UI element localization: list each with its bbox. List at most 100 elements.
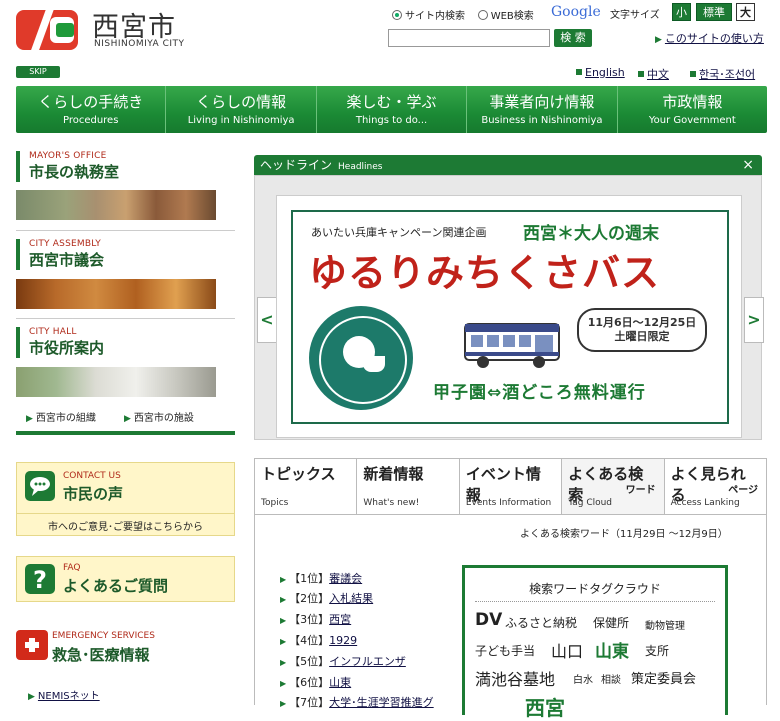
contact-us-box[interactable]: CONTACT US 市民の声 市へのご意見･ご要望はこちらから	[16, 462, 235, 536]
tab-events[interactable]: イベント情報 Events Information	[459, 459, 563, 514]
global-nav: くらしの手続き Procedures くらしの情報 Living in Nishin…	[16, 86, 767, 133]
font-size-standard-button[interactable]: 標準	[696, 3, 732, 21]
tag-cloud-word[interactable]: 子ども手当	[475, 642, 535, 659]
banner-free-service: 甲子園⇔酒どころ無料運行	[433, 383, 646, 403]
faq-box[interactable]: ? FAQ よくあるご質問	[16, 556, 235, 602]
keyword-rank-item[interactable]: ▶ 【3位】西宮	[280, 611, 351, 627]
tag-cloud-box: 検索ワードタグクラウド DV ふるさと納税 保健所 動物管理 子ども手当 山口 …	[462, 565, 728, 720]
triangle-right-icon: ▶	[280, 595, 287, 604]
tag-cloud-word[interactable]: 山口	[551, 638, 583, 662]
radio-web-search[interactable]: WEB検索	[477, 10, 534, 22]
banner-subtitle: 西宮＊大人の週末	[523, 224, 659, 244]
headline-title: ヘッドライン	[260, 158, 333, 172]
city-logo-mark[interactable]	[16, 10, 78, 50]
keyword-rank-item[interactable]: ▶ 【1位】審議会	[280, 570, 362, 586]
tab-access-ranking[interactable]: よく見られる ページ Access Lanking	[664, 459, 767, 514]
keyword-rank-item[interactable]: ▶ 【7位】大学･生涯学習推進グ	[280, 694, 434, 710]
tag-cloud-word[interactable]: DV	[475, 610, 502, 630]
close-icon[interactable]: ×	[742, 155, 754, 175]
radio-checked-icon	[392, 10, 402, 20]
search-scope-options: サイト内検索 WEB検索	[392, 7, 534, 22]
mayor-office-photo[interactable]	[16, 190, 216, 220]
nav-government[interactable]: 市政情報 Your Government	[618, 86, 767, 133]
tag-cloud-word[interactable]: 満池谷墓地	[475, 666, 555, 690]
tag-cloud-word[interactable]: 相談	[601, 671, 621, 686]
tab-topics[interactable]: トピックス Topics	[255, 459, 358, 514]
city-hall-photo[interactable]	[16, 367, 216, 397]
city-assembly-link[interactable]: CITY ASSEMBLY 西宮市議会	[16, 239, 216, 270]
tab-whats-new[interactable]: 新着情報 What's new!	[357, 459, 460, 514]
first-aid-icon	[16, 630, 48, 660]
triangle-right-icon: ▶	[655, 35, 662, 45]
emergency-services-label: EMERGENCY SERVICES	[52, 631, 155, 641]
triangle-right-icon: ▶	[26, 414, 33, 424]
city-assembly-photo[interactable]	[16, 279, 216, 309]
site-subtitle: NISHINOMIYA CITY	[94, 39, 185, 49]
contact-form-link[interactable]: 市へのご意見･ご要望はこちらから	[17, 513, 234, 535]
tag-cloud-word[interactable]: 白水	[573, 671, 593, 686]
section-divider-bar	[16, 431, 235, 435]
tab-tag-cloud[interactable]: よくある検索 ワード Tag Cloud	[562, 459, 665, 514]
bus-icon	[464, 323, 560, 368]
svg-text:?: ?	[33, 566, 47, 594]
nav-things-to-do[interactable]: 楽しむ・学ぶ Things to do...	[317, 86, 468, 133]
keyword-rank-item[interactable]: ▶ 【5位】インフルエンザ	[280, 653, 406, 669]
search-input[interactable]	[388, 29, 550, 47]
nav-procedures[interactable]: くらしの手続き Procedures	[16, 86, 167, 133]
tag-cloud-word[interactable]: 動物管理	[645, 617, 685, 632]
triangle-right-icon: ▶	[280, 679, 287, 688]
headline-banner[interactable]: あいたい兵庫キャンペーン関連企画 西宮＊大人の週末 ゆるりみちくさバス 11月6…	[276, 195, 742, 438]
keyword-rank-item[interactable]: ▶ 【4位】1929	[280, 632, 357, 648]
carousel-next-button[interactable]: >	[744, 297, 764, 343]
nav-living[interactable]: くらしの情報 Living in Nishinomiya	[166, 86, 317, 133]
city-hall-link[interactable]: CITY HALL 市役所案内	[16, 327, 216, 358]
triangle-right-icon: ▶	[280, 658, 287, 667]
banner-pretitle: あいたい兵庫キャンペーン関連企画	[311, 226, 487, 239]
search-button[interactable]: 検 索	[554, 29, 592, 47]
radio-site-search[interactable]: サイト内検索	[392, 10, 465, 22]
square-bullet-icon	[576, 69, 582, 75]
tag-cloud-word[interactable]: 策定委員会	[631, 668, 696, 687]
keyword-rank-item[interactable]: ▶ 【6位】山東	[280, 674, 351, 690]
triangle-right-icon: ▶	[280, 616, 287, 625]
speech-bubble-icon	[25, 471, 55, 501]
carousel-prev-button[interactable]: <	[257, 297, 277, 343]
triangle-right-icon: ▶	[280, 637, 287, 646]
city-facilities-link[interactable]: ▶ 西宮市の施設	[124, 409, 194, 424]
font-size-small-button[interactable]: 小	[672, 3, 691, 21]
emergency-services-link[interactable]: 救急･医療情報	[52, 644, 150, 665]
skip-link[interactable]: SKIP	[16, 66, 60, 78]
triangle-right-icon: ▶	[280, 699, 287, 708]
nemis-link[interactable]: ▶ NEMISネット	[28, 687, 100, 702]
info-tabs: トピックス Topics 新着情報 What's new! イベント情報 Events…	[254, 458, 767, 515]
font-size-large-button[interactable]: 大	[736, 3, 755, 21]
google-logo: Google	[551, 4, 601, 20]
tag-cloud-word[interactable]: 支所	[645, 642, 669, 659]
tag-cloud-word[interactable]: 山東	[595, 637, 629, 662]
triangle-right-icon: ▶	[280, 575, 287, 584]
keyword-rank-item[interactable]: ▶ 【2位】入札結果	[280, 590, 373, 606]
lang-english-link[interactable]: English	[576, 66, 625, 79]
tag-cloud-word[interactable]: 保健所	[593, 614, 629, 631]
square-bullet-icon	[638, 71, 644, 77]
square-bullet-icon	[690, 71, 696, 77]
tag-cloud-word[interactable]: 西宮	[525, 692, 565, 721]
triangle-right-icon: ▶	[124, 414, 131, 424]
lang-korean-link[interactable]: 한국･조선어	[690, 66, 755, 82]
headline-header: ヘッドライン Headlines ×	[254, 155, 762, 175]
banner-main-title: ゆるりみちくさバス	[309, 251, 661, 295]
baseball-sake-seal-icon	[309, 306, 413, 410]
font-size-label: 文字サイズ	[610, 10, 660, 21]
mayor-office-link[interactable]: MAYOR'S OFFICE 市長の執務室	[16, 151, 216, 182]
question-mark-icon: ?	[25, 564, 55, 594]
keyword-period: よくある検索ワード（11月29日 ～12月9日）	[520, 529, 728, 540]
triangle-right-icon: ▶	[28, 692, 35, 702]
nav-business[interactable]: 事業者向け情報 Business in Nishinomiya	[467, 86, 618, 133]
banner-date-bubble: 11月6日～12月25日 土曜日限定	[577, 308, 707, 352]
tag-cloud-word[interactable]: ふるさと納税	[505, 614, 577, 631]
city-organization-link[interactable]: ▶ 西宮市の組織	[26, 409, 96, 424]
divider	[16, 318, 235, 319]
headline-title-en: Headlines	[338, 162, 383, 172]
site-howto-link[interactable]: ▶ このサイトの使い方	[655, 30, 764, 46]
lang-chinese-link[interactable]: 中文	[638, 66, 669, 82]
